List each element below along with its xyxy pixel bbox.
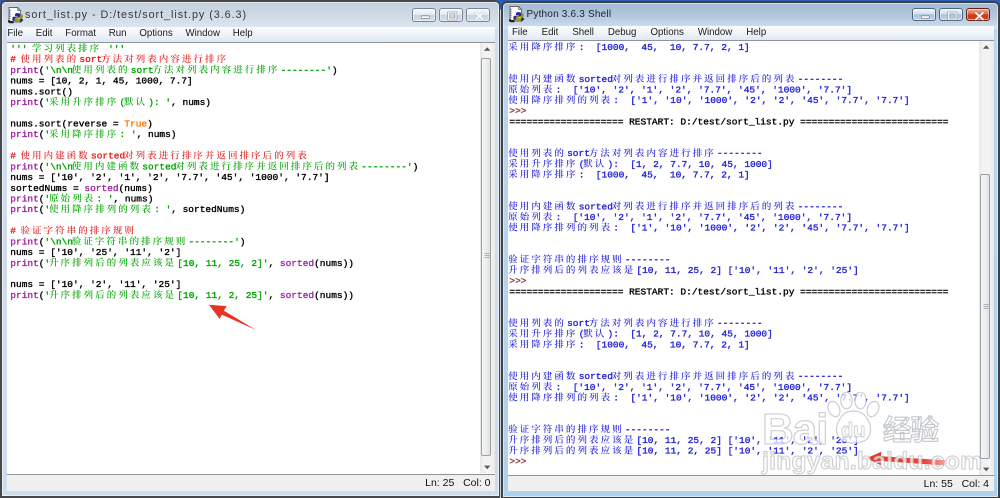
svg-text:>>>: >>> <box>509 276 532 287</box>
svg-text:: [1000, 45, 10, 7.7, 2, 1]: : [1000, 45, 10, 7.7, 2, 1] <box>579 339 750 350</box>
svg-text:==================== RESTART:: ==================== RESTART: D:/test/so… <box>509 286 948 297</box>
svg-text:): ) <box>413 161 419 172</box>
svg-text:'\n\n: '\n\n <box>45 236 74 247</box>
svg-text:print: print <box>10 236 39 247</box>
svg-text:True: True <box>124 118 147 129</box>
svg-text:': ' <box>45 258 51 269</box>
svg-text:>>>: >>> <box>509 106 532 117</box>
svg-text:[10, 11, 25, 2]': [10, 11, 25, 2]' <box>177 258 268 269</box>
svg-text:==================== RESTART:: ==================== RESTART: D:/test/so… <box>509 116 948 127</box>
svg-text:sorted: sorted <box>280 290 314 301</box>
svg-text:sorted: sorted <box>280 258 314 269</box>
svg-text:, nums): , nums) <box>171 97 211 108</box>
svg-text:': ' <box>45 204 51 215</box>
svg-text:print: print <box>10 65 39 76</box>
svg-text:): [1, 2, 7.7, 10, 45, 1000]: ): [1, 2, 7.7, 10, 45, 1000] <box>608 159 773 170</box>
svg-text:--------: -------- <box>798 371 844 382</box>
svg-text:--------: -------- <box>798 74 844 85</box>
svg-text:print: print <box>10 258 39 269</box>
svg-text:': ' <box>45 290 51 301</box>
svg-text:nums = ['10', '2', '11', '25']: nums = ['10', '2', '11', '25'] <box>10 279 181 290</box>
svg-text:sorted: sorted <box>579 74 613 85</box>
svg-text:': ' <box>45 129 51 140</box>
svg-text:,: , <box>269 290 280 301</box>
svg-text:: ['10', '2', '1', '2', '7.7': : ['10', '2', '1', '2', '7.7', '45', '10… <box>556 382 852 393</box>
svg-text:print: print <box>10 204 39 215</box>
svg-text:--------: -------- <box>625 424 671 435</box>
svg-text:(: ( <box>579 159 585 170</box>
svg-text:--------': --------' <box>189 236 240 247</box>
svg-text:print: print <box>10 194 39 205</box>
svg-text:(: ( <box>579 329 585 340</box>
svg-text:): ': ): ' <box>148 97 171 108</box>
svg-text:>>>: >>> <box>509 456 532 467</box>
svg-text:,: , <box>269 258 280 269</box>
svg-text:sort: sort <box>567 318 590 329</box>
svg-text:nums = [10, 2, 1, 45, 1000, 7.: nums = [10, 2, 1, 45, 1000, 7.7] <box>10 76 192 87</box>
svg-text:sorted: sorted <box>579 371 613 382</box>
svg-text:[10, 11, 2, 25] ['10', '11', ': [10, 11, 2, 25] ['10', '11', '2', '25'] <box>636 446 858 457</box>
svg-text:[10, 11, 2, 25]': [10, 11, 2, 25]' <box>177 290 268 301</box>
svg-text:: ['10', '2', '1', '2', '7.7': : ['10', '2', '1', '2', '7.7', '45', '10… <box>556 85 852 96</box>
svg-text:sorted: sorted <box>579 201 613 212</box>
svg-text:: ['10', '2', '1', '2', '7.7': : ['10', '2', '1', '2', '7.7', '45', '10… <box>556 212 852 223</box>
svg-text:sorted: sorted <box>142 161 176 172</box>
svg-text:': ' <box>45 194 51 205</box>
svg-text:#: # <box>10 54 21 65</box>
svg-text:: [1000, 45, 10, 7.7, 2, 1]: : [1000, 45, 10, 7.7, 2, 1] <box>579 42 750 53</box>
svg-text:--------': --------' <box>281 65 332 76</box>
svg-text:sortedNums =: sortedNums = <box>10 183 84 194</box>
svg-text:: [1000, 45, 10, 7.7, 2, 1]: : [1000, 45, 10, 7.7, 2, 1] <box>579 169 750 180</box>
svg-text:print: print <box>10 290 39 301</box>
svg-text:, nums): , nums) <box>137 129 177 140</box>
svg-text:: ': : ' <box>120 129 137 140</box>
svg-text:''': ''' <box>10 43 33 54</box>
svg-text:--------: -------- <box>717 318 763 329</box>
svg-text:print: print <box>10 161 39 172</box>
svg-text:sort: sort <box>567 148 590 159</box>
svg-text:): ) <box>240 236 246 247</box>
svg-text:): ) <box>147 118 153 129</box>
svg-text:(: ( <box>120 97 126 108</box>
svg-text:''': ''' <box>102 43 125 54</box>
svg-text:nums = ['10', '25', '11', '2']: nums = ['10', '25', '11', '2'] <box>10 247 181 258</box>
svg-text:sorted: sorted <box>91 151 125 162</box>
svg-text:print: print <box>10 97 39 108</box>
svg-text:): ) <box>332 65 338 76</box>
svg-text:, nums): , nums) <box>114 194 154 205</box>
svg-text:[10, 11, 25, 2] ['10', '11', ': [10, 11, 25, 2] ['10', '11', '2', '25'] <box>636 435 858 446</box>
svg-text:: ': : ' <box>96 194 113 205</box>
svg-text:--------': --------' <box>361 161 412 172</box>
svg-text:(nums)): (nums)) <box>314 258 354 269</box>
svg-text:': ' <box>45 97 51 108</box>
svg-text:(nums): (nums) <box>119 183 153 194</box>
svg-text:[10, 11, 25, 2] ['10', '11', ': [10, 11, 25, 2] ['10', '11', '2', '25'] <box>636 265 858 276</box>
svg-text:nums.sort(reverse =: nums.sort(reverse = <box>10 118 124 129</box>
svg-text:: ['1', '10', '1000', '2', '2: : ['1', '10', '1000', '2', '2', '45', '7… <box>613 393 909 404</box>
svg-text:): [1, 2, 7.7, 10, 45, 1000]: ): [1, 2, 7.7, 10, 45, 1000] <box>608 329 773 340</box>
svg-text:#: # <box>10 226 21 237</box>
svg-text:--------: -------- <box>798 201 844 212</box>
svg-text:sorted: sorted <box>84 183 118 194</box>
svg-text:'\n\n: '\n\n <box>45 65 74 76</box>
svg-text:nums.sort(): nums.sort() <box>10 86 73 97</box>
svg-text:(nums)): (nums)) <box>314 290 354 301</box>
svg-text:sort: sort <box>131 65 154 76</box>
svg-text:--------: -------- <box>625 254 671 265</box>
svg-text:print: print <box>10 129 39 140</box>
svg-text:, sortedNums): , sortedNums) <box>171 204 245 215</box>
svg-text:: ['1', '10', '1000', '2', '2: : ['1', '10', '1000', '2', '2', '45', '7… <box>613 95 909 106</box>
svg-text:: ': : ' <box>154 204 171 215</box>
svg-text:#: # <box>10 151 21 162</box>
svg-text:'\n\n: '\n\n <box>45 161 74 172</box>
svg-text:nums = ['10', '2', '1', '2', ': nums = ['10', '2', '1', '2', '7.7', '45'… <box>10 172 329 183</box>
svg-text:: ['1', '10', '1000', '2', '2: : ['1', '10', '1000', '2', '2', '45', '7… <box>613 223 909 234</box>
svg-text:sort: sort <box>79 54 102 65</box>
svg-text:--------: -------- <box>717 148 763 159</box>
